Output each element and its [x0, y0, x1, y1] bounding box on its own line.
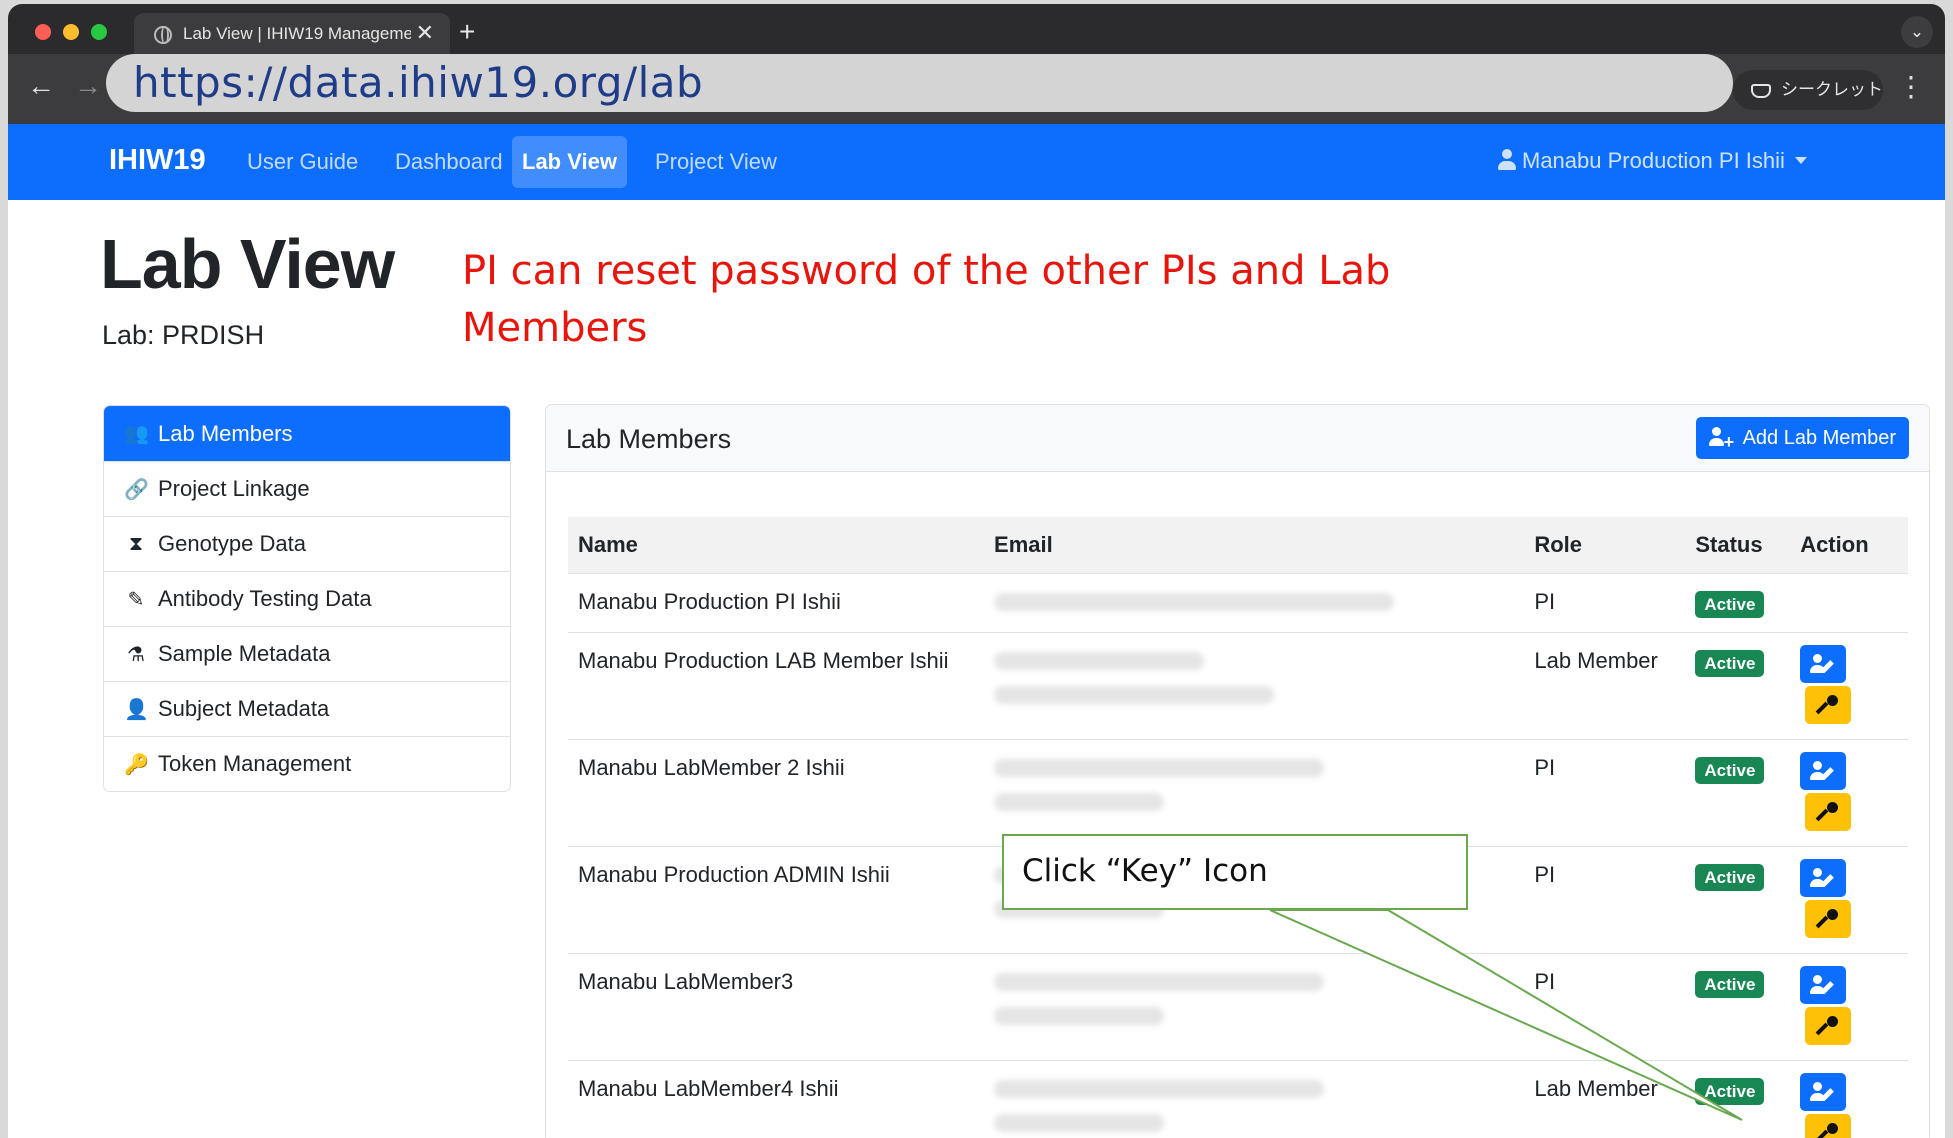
callout-box: Click “Key” Icon: [1002, 834, 1468, 910]
callout-text: Click “Key” Icon: [1022, 853, 1268, 889]
callout-pointer: [1269, 909, 1743, 1121]
callout-pointer-shape: [1269, 909, 1743, 1121]
